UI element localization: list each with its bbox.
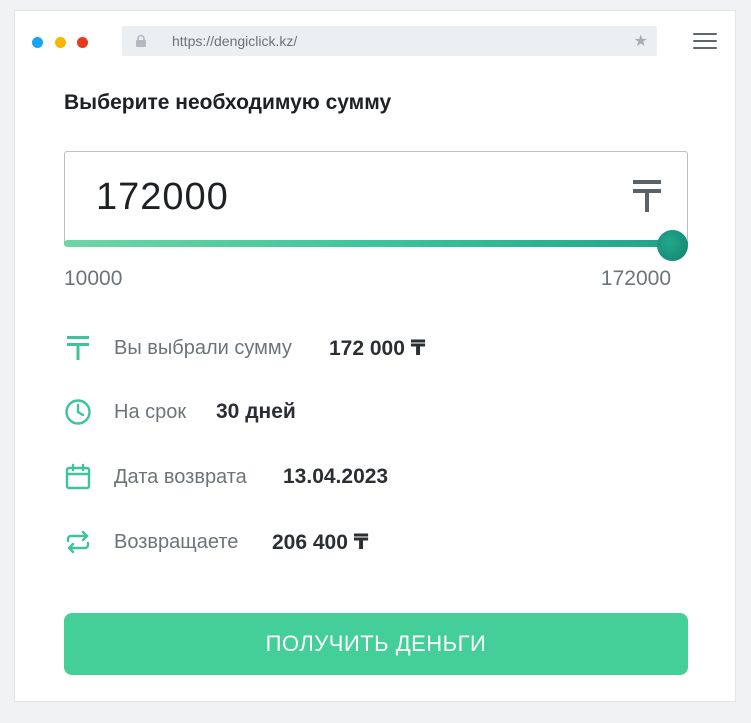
address-bar[interactable]: https://dengiclick.kz/ ★ — [122, 26, 657, 56]
lock-icon — [136, 34, 146, 47]
summary-row-amount: Вы выбрали сумму 172 000 ₸ — [64, 331, 684, 365]
amount-slider-track[interactable] — [64, 240, 688, 247]
summary-term-value: 30 дней — [216, 400, 296, 423]
clock-icon — [65, 399, 91, 425]
amount-slider-handle[interactable] — [657, 230, 688, 261]
summary-repay-label: Возвращаете — [114, 531, 239, 553]
hamburger-menu-icon[interactable] — [693, 33, 717, 51]
address-url[interactable]: https://dengiclick.kz/ — [172, 33, 297, 49]
summary-return-date-value: 13.04.2023 — [283, 465, 389, 488]
tenge-icon — [67, 336, 89, 360]
window-dot-yellow[interactable] — [55, 37, 66, 48]
summary-term-label: На срок — [114, 401, 187, 423]
summary-row-return-date: Дата возврата 13.04.2023 — [64, 460, 684, 494]
tenge-icon — [633, 180, 661, 212]
range-min-label: 10000 — [64, 267, 123, 290]
range-max-label: 172000 — [600, 267, 671, 290]
repeat-arrows-icon — [66, 530, 90, 554]
summary-row-repay: Возвращаете 206 400 ₸ — [64, 525, 684, 559]
page-title: Выберите необходимую сумму — [64, 91, 392, 114]
summary-repay-value: 206 400 ₸ — [272, 531, 369, 554]
bookmark-star-icon[interactable]: ★ — [634, 31, 648, 51]
window-dot-blue[interactable] — [32, 37, 43, 48]
summary-amount-label: Вы выбрали сумму — [114, 337, 292, 359]
summary-row-term: На срок 30 дней — [64, 395, 684, 429]
browser-window: https://dengiclick.kz/ ★ Выберите необхо… — [14, 10, 736, 702]
summary-amount-value: 172 000 ₸ — [329, 337, 426, 360]
amount-input[interactable]: 172000 — [64, 151, 688, 245]
summary-return-date-label: Дата возврата — [114, 466, 247, 488]
get-money-button[interactable]: ПОЛУЧИТЬ ДЕНЬГИ — [64, 613, 688, 675]
amount-value[interactable]: 172000 — [96, 176, 229, 219]
window-dot-red[interactable] — [77, 37, 88, 48]
calendar-icon — [65, 463, 91, 490]
